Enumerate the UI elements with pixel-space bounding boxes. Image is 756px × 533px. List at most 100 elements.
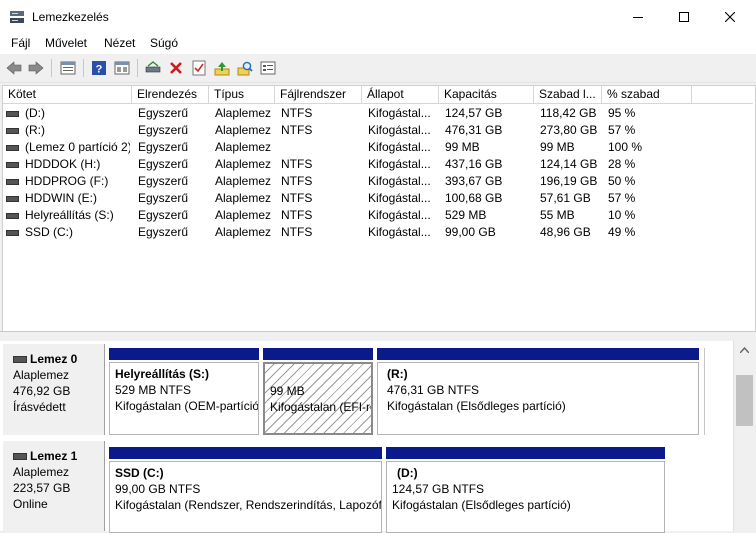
volume-filesystem: NTFS [281, 190, 360, 207]
partition-size: 99 MB [270, 384, 305, 398]
volume-filesystem: NTFS [281, 105, 360, 122]
disk-1-label[interactable]: Lemez 1 Alaplemez 223,57 GB Online [3, 441, 105, 531]
chevron-up-icon [739, 347, 749, 353]
column-header-type[interactable]: Típus [209, 86, 275, 103]
vertical-scrollbar[interactable] [733, 341, 756, 531]
volume-status-text: Kifogástal... [368, 157, 431, 171]
minimize-button[interactable] [615, 0, 661, 33]
back-icon [6, 61, 22, 75]
volume-percent-free-text: 49 % [608, 225, 636, 239]
column-header-free-space[interactable]: Szabad l... [534, 86, 602, 103]
delete-button[interactable] [166, 58, 186, 78]
column-header-capacity[interactable]: Kapacitás [439, 86, 534, 103]
partition-efi[interactable]: 99 MB Kifogástalan (EFI-rendszerpartíció… [263, 348, 373, 435]
volume-name-text: (R:) [25, 123, 45, 137]
volume-status: Kifogástal... [368, 122, 437, 139]
column-header-status[interactable]: Állapot [362, 86, 439, 103]
volume-capacity-text: 529 MB [445, 208, 487, 222]
volume-capacity: 393,67 GB [445, 173, 532, 190]
volume-type: Alaplemez [215, 105, 273, 122]
volume-type-text: Alaplemez [215, 208, 272, 222]
list-view-button[interactable] [58, 58, 78, 78]
console-tree-button[interactable] [112, 58, 132, 78]
volume-filesystem: NTFS [281, 156, 360, 173]
toolbar-separator [51, 59, 52, 77]
menu-file[interactable]: Fájl [11, 36, 30, 50]
volume-layout-text: Egyszerű [138, 140, 189, 154]
volume-free-space-text: 48,96 GB [540, 225, 591, 239]
column-header-volume[interactable]: Kötet [3, 86, 132, 103]
close-button[interactable] [707, 0, 753, 33]
partition-ssd-c[interactable]: SSD (C:) 99,00 GB NTFS Kifogástalan (Ren… [109, 447, 382, 533]
volume-type: Alaplemez [215, 139, 273, 156]
volume-capacity: 476,31 GB [445, 122, 532, 139]
scroll-up-arrow[interactable] [738, 345, 750, 355]
volume-free-space-text: 99 MB [540, 140, 575, 154]
volume-filesystem-text: NTFS [281, 106, 313, 120]
maximize-button[interactable] [661, 0, 707, 33]
properties-button[interactable] [189, 58, 209, 78]
volume-free-space: 55 MB [540, 207, 600, 224]
volume-icon [6, 179, 19, 185]
volume-icon [6, 196, 19, 202]
volume-capacity-text: 100,68 GB [445, 191, 503, 205]
disk-0-status: Írásvédett [13, 400, 66, 414]
back-button[interactable] [4, 58, 24, 78]
volume-name: HDDPROG (F:) [25, 173, 130, 190]
volume-percent-free: 50 % [608, 173, 690, 190]
menu-view[interactable]: Nézet [104, 36, 135, 50]
forward-button[interactable] [26, 58, 46, 78]
volume-capacity: 437,16 GB [445, 156, 532, 173]
volume-free-space-text: 55 MB [540, 208, 575, 222]
volume-icon [6, 145, 19, 151]
partition-status: Kifogástalan (OEM-partíció) [115, 399, 259, 413]
volume-filesystem: NTFS [281, 207, 360, 224]
search-button[interactable] [235, 58, 255, 78]
volume-name: (Lemez 0 partíció 2) [25, 139, 130, 156]
settings-panel-button[interactable] [258, 58, 278, 78]
maximize-icon [679, 11, 689, 22]
column-header-filesystem[interactable]: Fájlrendszer [275, 86, 362, 103]
volume-layout: Egyszerű [138, 224, 207, 241]
volume-type: Alaplemez [215, 156, 273, 173]
volume-filesystem: NTFS [281, 122, 360, 139]
partition-r[interactable]: (R:) 476,31 GB NTFS Kifogástalan (Elsődl… [377, 348, 699, 435]
volume-layout-text: Egyszerű [138, 208, 189, 222]
partition-d[interactable]: (D:) 124,57 GB NTFS Kifogástalan (Elsődl… [386, 447, 665, 533]
disk-1-name: Lemez 1 [30, 449, 78, 463]
volume-name-text: (Lemez 0 partíció 2) [25, 140, 130, 154]
disk-1-size: 223,57 GB [13, 481, 71, 495]
volume-name: (D:) [25, 105, 130, 122]
volume-percent-free: 100 % [608, 139, 690, 156]
volume-free-space: 57,61 GB [540, 190, 600, 207]
search-icon [237, 61, 253, 76]
partition-color-bar [377, 348, 699, 360]
menu-help[interactable]: Súgó [150, 36, 178, 50]
volume-capacity-text: 124,57 GB [445, 106, 503, 120]
menu-action[interactable]: Művelet [45, 36, 87, 50]
volume-type: Alaplemez [215, 224, 273, 241]
column-header-layout[interactable]: Elrendezés [132, 86, 209, 103]
volume-layout: Egyszerű [138, 173, 207, 190]
help-button[interactable]: ? [89, 58, 109, 78]
partition-helyreallitas[interactable]: Helyreállítás (S:) 529 MB NTFS Kifogásta… [109, 348, 259, 435]
window-title: Lemezkezelés [32, 10, 109, 24]
volume-name: (R:) [25, 122, 130, 139]
volume-percent-free: 49 % [608, 224, 690, 241]
volume-layout: Egyszerű [138, 156, 207, 173]
connect-disk-button[interactable] [143, 58, 163, 78]
refresh-button[interactable] [212, 58, 232, 78]
toolbar-separator [83, 59, 84, 77]
volume-percent-free-text: 100 % [608, 140, 643, 154]
volume-free-space-text: 118,42 GB [540, 106, 597, 120]
volume-percent-free: 57 % [608, 122, 690, 139]
volume-icon [6, 213, 19, 219]
volume-percent-free: 28 % [608, 156, 690, 173]
scroll-thumb[interactable] [736, 375, 753, 426]
volume-type-text: Alaplemez [215, 123, 272, 137]
volume-name: SSD (C:) [25, 224, 130, 241]
volume-free-space: 48,96 GB [540, 224, 600, 241]
column-header-percent-free[interactable]: % szabad [602, 86, 692, 103]
volume-capacity: 124,57 GB [445, 105, 532, 122]
disk-0-label[interactable]: Lemez 0 Alaplemez 476,92 GB Írásvédett [3, 344, 105, 435]
